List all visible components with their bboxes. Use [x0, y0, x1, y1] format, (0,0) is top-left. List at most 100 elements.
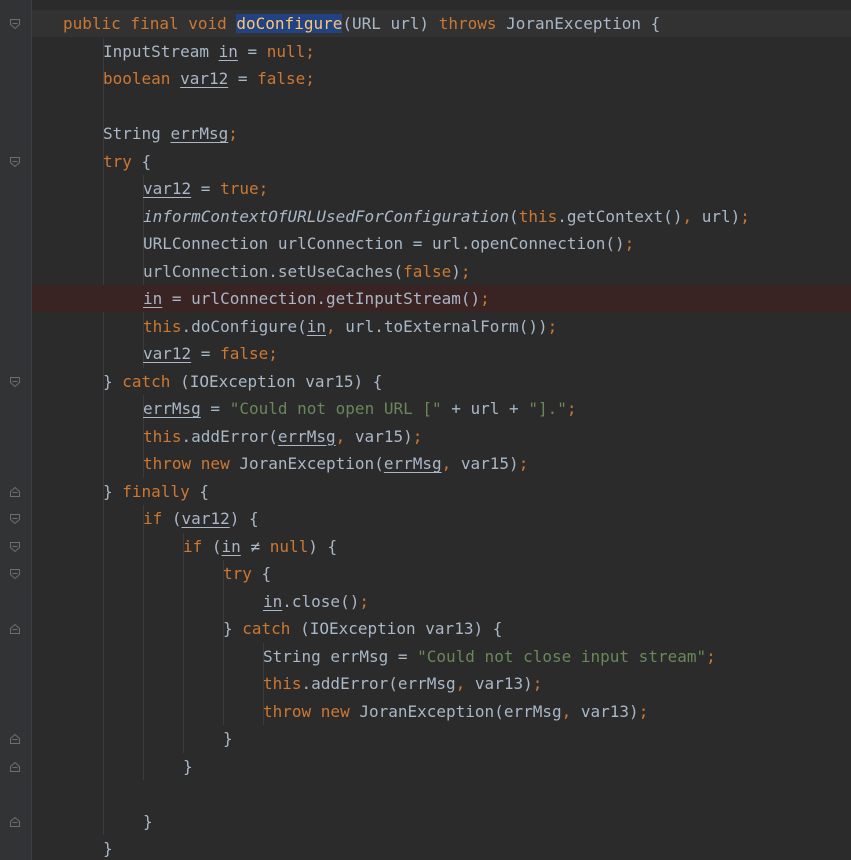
code-line[interactable]: this.addError(errMsg, var15);: [32, 423, 851, 450]
code-token: var12: [143, 344, 192, 363]
code-line[interactable]: in.close();: [32, 588, 851, 615]
code-token: ) {: [308, 536, 338, 556]
code-line[interactable]: [32, 780, 851, 807]
code-token: ;: [547, 316, 558, 336]
code-text: informContextOfURLUsedForConfiguration(t…: [143, 203, 750, 230]
code-token: ,: [561, 701, 581, 721]
fold-close-icon[interactable]: [9, 816, 21, 828]
code-token: errMsg: [383, 454, 442, 473]
code-line[interactable]: }: [32, 808, 851, 835]
fold-open-icon[interactable]: [9, 541, 21, 553]
code-token: try: [103, 151, 142, 171]
code-token: in: [218, 41, 238, 61]
code-text: boolean var12 = false;: [103, 65, 315, 92]
code-text: }: [183, 753, 193, 780]
code-token: ;: [638, 701, 649, 721]
fold-close-icon[interactable]: [9, 486, 21, 498]
fold-open-icon[interactable]: [9, 513, 21, 525]
code-line[interactable]: } catch (IOException var15) {: [32, 368, 851, 395]
code-editor[interactable]: public final void doConfigure(URL url) t…: [0, 0, 851, 860]
fold-close-icon[interactable]: [9, 761, 21, 773]
code-text: urlConnection.setUseCaches(false);: [143, 258, 471, 285]
code-token: throws: [438, 14, 507, 33]
fold-open-icon[interactable]: [9, 568, 21, 580]
code-token: =: [191, 179, 221, 198]
fold-close-icon[interactable]: [9, 623, 21, 635]
code-line[interactable]: in = urlConnection.getInputStream();: [32, 285, 851, 312]
code-token: try: [223, 564, 262, 583]
code-text: throw new JoranException(errMsg, var15);: [143, 450, 528, 477]
code-token: =: [200, 399, 230, 418]
fold-open-icon[interactable]: [9, 18, 21, 30]
code-line[interactable]: informContextOfURLUsedForConfiguration(t…: [32, 203, 851, 230]
code-token: ;: [460, 261, 471, 281]
code-text: String errMsg;: [103, 120, 238, 147]
code-line[interactable]: var12 = true;: [32, 175, 851, 202]
code-token: errMsg: [170, 124, 229, 143]
code-token: ): [451, 261, 461, 281]
code-token: throw new: [263, 701, 360, 721]
code-token: ,: [455, 674, 475, 693]
code-token: }: [223, 729, 233, 748]
code-token: ;: [624, 234, 635, 253]
code-line[interactable]: try {: [32, 148, 851, 175]
code-token: errMsg: [277, 426, 336, 446]
code-line[interactable]: if (var12) {: [32, 505, 851, 532]
code-line[interactable]: public final void doConfigure(URL url) t…: [32, 10, 851, 37]
code-line[interactable]: [32, 93, 851, 120]
code-token: =: [228, 69, 258, 88]
code-token: ,: [682, 206, 702, 226]
code-line[interactable]: this.addError(errMsg, var13);: [32, 670, 851, 697]
code-token: "Could not open URL [": [229, 399, 442, 418]
code-line[interactable]: errMsg = "Could not open URL [" + url + …: [32, 395, 851, 422]
code-token: (URL url): [342, 14, 439, 33]
code-line[interactable]: throw new JoranException(errMsg, var15);: [32, 450, 851, 477]
code-line[interactable]: URLConnection urlConnection = url.openCo…: [32, 230, 851, 257]
code-text: in.close();: [263, 588, 369, 615]
code-line[interactable]: } finally {: [32, 478, 851, 505]
code-token: var13): [474, 674, 533, 693]
code-text: errMsg = "Could not open URL [" + url + …: [143, 395, 577, 422]
code-text: if (var12) {: [143, 505, 259, 532]
code-token: ;: [359, 591, 369, 611]
editor-gutter[interactable]: [0, 0, 31, 860]
code-text: }: [143, 808, 153, 835]
code-line[interactable]: try {: [32, 560, 851, 587]
code-line[interactable]: }: [32, 725, 851, 752]
code-token: in: [306, 316, 327, 336]
code-token: ,: [441, 454, 461, 473]
code-line[interactable]: var12 = false;: [32, 340, 851, 367]
code-line[interactable]: InputStream in = null;: [32, 38, 851, 65]
code-text: if (in ≠ null) {: [183, 533, 337, 560]
code-token: .addError(: [181, 426, 278, 446]
code-token: ;: [740, 206, 750, 226]
code-line[interactable]: }: [32, 835, 851, 860]
code-token: {: [141, 151, 152, 171]
code-token: =: [237, 41, 267, 61]
code-line[interactable]: boolean var12 = false;: [32, 65, 851, 92]
code-token: = urlConnection.getInputStream(): [162, 289, 481, 308]
code-token: errMsg: [143, 399, 201, 418]
code-line[interactable]: String errMsg;: [32, 120, 851, 147]
code-token: false;: [257, 69, 315, 88]
code-text: URLConnection urlConnection = url.openCo…: [143, 230, 634, 257]
code-text: in = urlConnection.getInputStream();: [143, 285, 490, 312]
fold-close-icon[interactable]: [9, 733, 21, 745]
code-text: throw new JoranException(errMsg, var13);: [263, 698, 648, 725]
code-line[interactable]: if (in ≠ null) {: [32, 533, 851, 560]
fold-open-icon[interactable]: [9, 156, 21, 168]
code-token: this: [143, 316, 182, 336]
code-line[interactable]: String errMsg = "Could not close input s…: [32, 643, 851, 670]
code-token: this: [518, 206, 558, 226]
code-line[interactable]: } catch (IOException var13) {: [32, 615, 851, 642]
code-text: var12 = true;: [143, 175, 268, 202]
code-line[interactable]: this.doConfigure(in, url.toExternalForm(…: [32, 313, 851, 340]
code-line[interactable]: urlConnection.setUseCaches(false);: [32, 258, 851, 285]
code-token: ;: [228, 124, 238, 143]
code-token: .addError(errMsg: [301, 674, 456, 693]
code-line[interactable]: throw new JoranException(errMsg, var13);: [32, 698, 851, 725]
code-text: this.doConfigure(in, url.toExternalForm(…: [143, 313, 557, 340]
fold-open-icon[interactable]: [9, 376, 21, 388]
code-line[interactable]: }: [32, 753, 851, 780]
code-token: finally: [122, 481, 200, 501]
